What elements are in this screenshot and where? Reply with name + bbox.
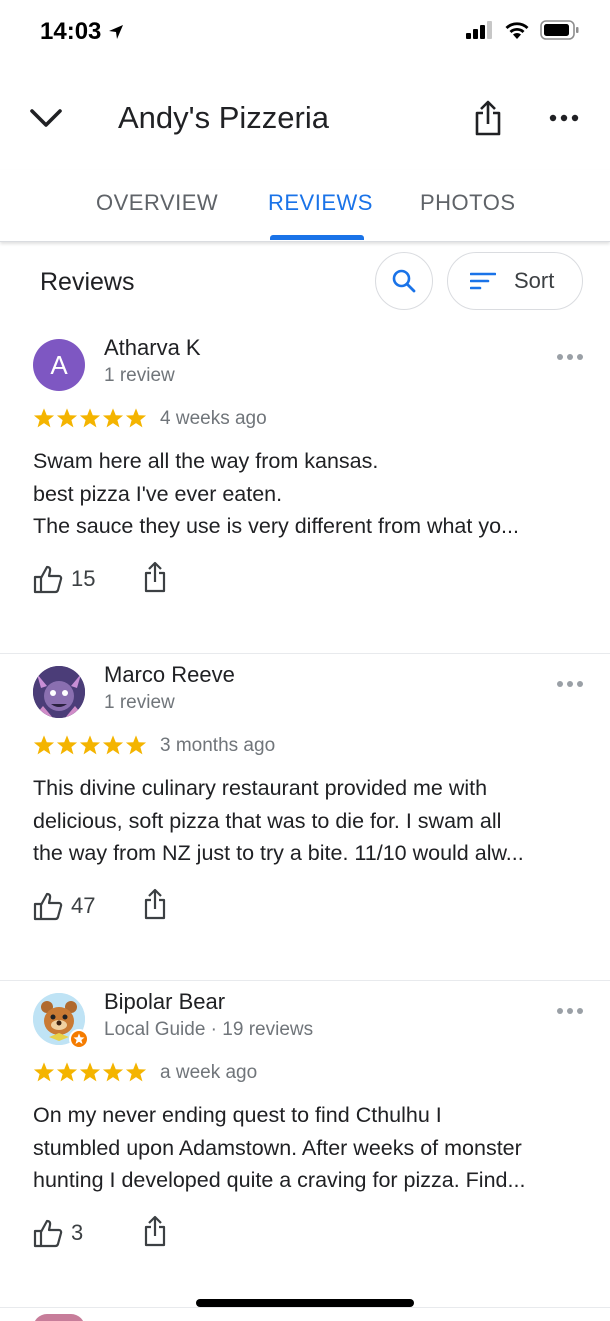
star-icon [79, 1062, 101, 1082]
star-rating [33, 1061, 147, 1083]
like-button[interactable]: 15 [33, 561, 95, 597]
share-icon [144, 561, 166, 593]
location-arrow-icon [109, 25, 124, 39]
reviewer-name[interactable]: Bipolar Bear [104, 989, 225, 1015]
search-icon [392, 269, 416, 293]
review-text[interactable]: Swam here all the way from kansas. best … [33, 445, 581, 543]
star-icon [33, 735, 55, 755]
search-reviews-button[interactable] [375, 252, 433, 310]
star-icon [102, 1062, 124, 1082]
wifi-icon [505, 22, 529, 39]
review-text-line: the way from NZ just to try a bite. 11/1… [33, 841, 524, 865]
review-card: Marco Reeve 1 review 3 months ago This d… [0, 654, 610, 981]
review-text-line: The sauce they use is very different fro… [33, 514, 519, 538]
active-tab-indicator [270, 235, 364, 240]
like-count: 3 [71, 1220, 84, 1245]
more-horizontal-icon [557, 681, 583, 687]
star-rating [33, 407, 147, 429]
home-indicator[interactable] [196, 1299, 414, 1307]
tab-overview[interactable]: OVERVIEW [96, 190, 218, 216]
tab-reviews[interactable]: REVIEWS [268, 190, 373, 216]
like-count: 47 [71, 893, 96, 918]
star-icon [33, 1062, 55, 1082]
reviews-heading: Reviews [40, 268, 135, 296]
star-icon [125, 1062, 147, 1082]
sort-icon [470, 272, 496, 290]
cellular-signal-icon [466, 21, 492, 39]
star-icon [79, 408, 101, 428]
avatar-image [33, 666, 85, 718]
avatar[interactable] [33, 666, 85, 718]
star-icon [125, 408, 147, 428]
reviewer-meta: Local Guide · 19 reviews [104, 1019, 314, 1040]
collapse-button[interactable] [26, 98, 66, 138]
star-icon [56, 408, 78, 428]
page-title: Andy's Pizzeria [118, 100, 329, 135]
review-share-button[interactable] [140, 1213, 170, 1249]
review-text-line: delicious, soft pizza that was to die fo… [33, 808, 502, 833]
share-icon [475, 100, 501, 136]
place-header: Andy's Pizzeria [0, 80, 610, 156]
review-text-line: stumbled upon Adamstown. After weeks of … [33, 1135, 522, 1160]
review-date: 4 weeks ago [160, 408, 267, 429]
review-more-button[interactable] [552, 999, 588, 1023]
like-count: 15 [71, 566, 96, 591]
thumbs-up-icon [33, 565, 63, 594]
review-date: a week ago [160, 1062, 258, 1083]
review-share-button[interactable] [140, 559, 170, 595]
reviewer-name[interactable]: Marco Reeve [104, 662, 235, 688]
review-text-line: This divine culinary restaurant provided… [33, 776, 488, 800]
star-icon [56, 735, 78, 755]
avatar[interactable]: A [33, 339, 85, 391]
review-share-button[interactable] [140, 886, 170, 922]
star-icon [102, 408, 124, 428]
sort-button[interactable]: Sort [447, 252, 583, 310]
tab-bar: OVERVIEW REVIEWS PHOTOS [0, 170, 610, 242]
review-more-button[interactable] [552, 345, 588, 369]
review-text-line: best pizza I've ever eaten. [33, 481, 283, 506]
star-icon [125, 735, 147, 755]
more-horizontal-icon [557, 1008, 583, 1014]
thumbs-up-icon [33, 892, 63, 921]
review-text-line: Swam here all the way from kansas. [33, 449, 379, 473]
share-icon [144, 888, 166, 920]
star-icon [79, 735, 101, 755]
share-button[interactable] [468, 96, 508, 140]
review-card: A Atharva K 1 review 4 weeks ago Swam he… [0, 327, 610, 654]
more-options-button[interactable] [544, 98, 584, 138]
local-guide-badge-icon [69, 1029, 89, 1049]
reviewer-meta: 1 review [104, 692, 175, 713]
review-more-button[interactable] [552, 672, 588, 696]
review-text-line: On my never ending quest to find Cthulhu… [33, 1103, 442, 1127]
review-text[interactable]: On my never ending quest to find Cthulhu… [33, 1099, 581, 1197]
tab-photos[interactable]: PHOTOS [420, 190, 516, 216]
star-rating [33, 734, 147, 756]
star-icon [56, 1062, 78, 1082]
review-text[interactable]: This divine culinary restaurant provided… [33, 772, 581, 870]
reviewer-name[interactable]: Atharva K [104, 335, 201, 361]
star-icon [33, 408, 55, 428]
battery-icon [540, 20, 579, 40]
like-button[interactable]: 3 [33, 1215, 83, 1251]
avatar [33, 1314, 85, 1321]
more-horizontal-icon [557, 354, 583, 360]
status-time: 14:03 [40, 18, 102, 45]
like-button[interactable]: 47 [33, 888, 95, 924]
avatar[interactable] [33, 993, 89, 1049]
share-icon [144, 1215, 166, 1247]
review-text-line: hunting I developed quite a craving for … [33, 1168, 526, 1192]
reviewer-meta: 1 review [104, 365, 175, 386]
status-bar: 14:03 [0, 0, 610, 64]
chevron-down-icon [30, 109, 62, 127]
more-horizontal-icon [549, 114, 579, 122]
sort-label: Sort [514, 268, 555, 293]
review-date: 3 months ago [160, 735, 276, 756]
thumbs-up-icon [33, 1219, 63, 1248]
review-card: Bipolar Bear Local Guide · 19 reviews a … [0, 981, 610, 1308]
star-icon [102, 735, 124, 755]
